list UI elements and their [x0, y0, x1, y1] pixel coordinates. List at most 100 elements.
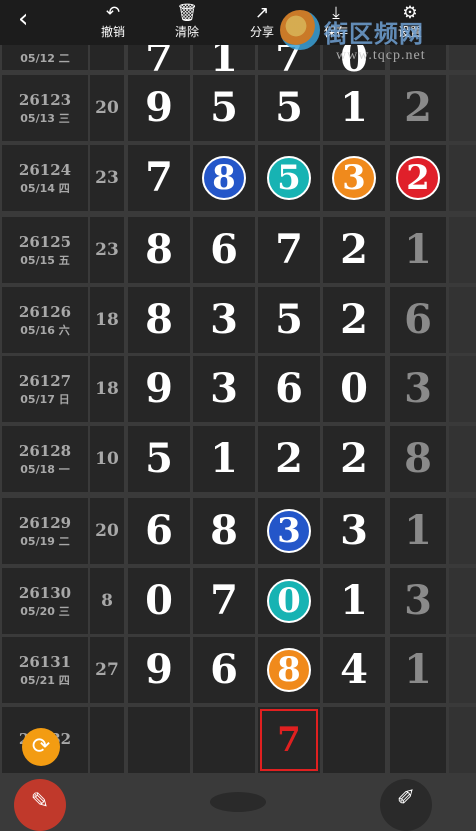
issue-cell: 26125 05/15 五: [2, 217, 88, 283]
sum-cell: 23: [90, 217, 124, 283]
digit-cell[interactable]: 7: [258, 37, 320, 77]
digit-value: 4: [340, 646, 368, 693]
trash-icon: 🗑: [176, 3, 198, 23]
digit-cell[interactable]: 1: [193, 426, 255, 492]
digit-cell[interactable]: 1: [193, 37, 255, 77]
last-digit-cell[interactable]: [390, 45, 446, 70]
digit-cell[interactable]: 6: [193, 217, 255, 283]
digit-cell[interactable]: 3: [193, 287, 255, 353]
last-digit-cell[interactable]: 1: [390, 637, 446, 703]
row-edge: [449, 637, 476, 703]
digit-cell[interactable]: [193, 707, 255, 773]
last-digit-value: 8: [404, 435, 432, 482]
digit-cell[interactable]: 0: [258, 568, 320, 634]
digit-value: 5: [275, 84, 303, 131]
sum-cell: [90, 707, 124, 773]
digit-cell[interactable]: 3: [193, 356, 255, 422]
pen-tool-button[interactable]: ✐: [380, 779, 432, 831]
brush-tool-button[interactable]: ✎: [14, 779, 66, 831]
last-digit-cell[interactable]: 3: [390, 356, 446, 422]
digit-cell[interactable]: 5: [193, 75, 255, 141]
last-digit-value: 1: [404, 226, 432, 273]
last-digit-cell[interactable]: 3: [390, 568, 446, 634]
save-button[interactable]: ⤓ 保存: [306, 0, 366, 45]
digit-cell[interactable]: 8: [193, 145, 255, 211]
digit-cell[interactable]: 8: [258, 637, 320, 703]
digit-cell[interactable]: 1: [323, 75, 385, 141]
digit-value: 1: [210, 435, 238, 482]
last-digit-value: 1: [404, 646, 432, 693]
digit-cell[interactable]: 2: [323, 217, 385, 283]
digit-cell[interactable]: 6: [128, 498, 190, 564]
clear-button[interactable]: 🗑 清除: [157, 0, 217, 45]
sum-value: 20: [95, 521, 119, 541]
table-row: 26130 05/20 三807013: [0, 568, 476, 634]
last-digit-cell[interactable]: 8: [390, 426, 446, 492]
gear-icon: ⚙: [402, 3, 418, 23]
digit-value: 0: [340, 365, 368, 412]
issue-date: 05/14 四: [20, 181, 70, 195]
last-digit-cell[interactable]: 2: [390, 75, 446, 141]
digit-value: 2: [275, 435, 303, 482]
undo-button[interactable]: ↶ 撤销: [83, 0, 143, 45]
issue-date: 05/19 二: [20, 534, 70, 548]
digit-cell[interactable]: 5: [258, 287, 320, 353]
last-digit-cell[interactable]: 1: [390, 217, 446, 283]
digit-cell[interactable]: 4: [323, 637, 385, 703]
last-digit-cell[interactable]: 2: [390, 145, 446, 211]
digit-cell[interactable]: 2: [323, 287, 385, 353]
digit-cell[interactable]: 9: [128, 637, 190, 703]
digit-cell[interactable]: 5: [128, 426, 190, 492]
center-tool-button[interactable]: [210, 792, 266, 812]
issue-cell: 26127 05/17 日: [2, 356, 88, 422]
last-digit-cell[interactable]: 6: [390, 287, 446, 353]
digit-cell[interactable]: 7: [128, 145, 190, 211]
sum-value: 20: [95, 98, 119, 118]
share-button[interactable]: ↗ 分享: [232, 0, 292, 45]
digit-value: 7: [275, 226, 303, 273]
digit-value: 5: [210, 84, 238, 131]
digit-cell[interactable]: 0: [128, 568, 190, 634]
digit-cell[interactable]: [128, 707, 190, 773]
digit-value: 6: [275, 365, 303, 412]
digit-cell[interactable]: 8: [128, 287, 190, 353]
issue-cell: 26131 05/21 四: [2, 637, 88, 703]
digit-cell[interactable]: 8: [193, 498, 255, 564]
digit-ball: 0: [267, 579, 311, 623]
digit-cell[interactable]: 2: [258, 426, 320, 492]
digit-cell[interactable]: 3: [323, 145, 385, 211]
sum-value: 23: [95, 168, 119, 188]
digit-cell[interactable]: 7: [258, 217, 320, 283]
digit-cell[interactable]: 7: [128, 37, 190, 77]
last-digit-cell[interactable]: 1: [390, 498, 446, 564]
top-toolbar: ‹ ↶ 撤销 🗑 清除 ↗ 分享 ⤓ 保存 ⚙ 设置: [0, 0, 476, 45]
digit-cell[interactable]: 2: [323, 426, 385, 492]
digit-cell[interactable]: 3: [323, 498, 385, 564]
digit-cell[interactable]: 6: [258, 356, 320, 422]
digit-cell[interactable]: 5: [258, 145, 320, 211]
issue-date: 05/12 二: [20, 52, 70, 65]
digit-cell[interactable]: 3: [258, 498, 320, 564]
back-icon[interactable]: ‹: [18, 4, 48, 34]
digit-cell[interactable]: 6: [193, 637, 255, 703]
last-digit-cell[interactable]: [390, 707, 446, 773]
table-row: 261327: [0, 707, 476, 773]
digit-cell[interactable]: 0: [323, 37, 385, 77]
digit-cell[interactable]: 7: [193, 568, 255, 634]
digit-cell[interactable]: 7: [258, 707, 320, 773]
digit-value: 3: [340, 507, 368, 554]
digit-cell[interactable]: 1: [323, 568, 385, 634]
digit-cell[interactable]: 5: [258, 75, 320, 141]
digit-cell[interactable]: 0: [323, 356, 385, 422]
digit-cell[interactable]: 9: [128, 356, 190, 422]
digit-cell[interactable]: [323, 707, 385, 773]
refresh-button[interactable]: ⟳: [22, 728, 60, 766]
issue-cell: 26124 05/14 四: [2, 145, 88, 211]
digit-cell[interactable]: 8: [128, 217, 190, 283]
row-edge: [449, 45, 476, 70]
digit-value: 6: [210, 646, 238, 693]
sum-cell: 23: [90, 145, 124, 211]
settings-button[interactable]: ⚙ 设置: [380, 0, 440, 45]
issue-number: 26127: [18, 371, 72, 390]
digit-cell[interactable]: 9: [128, 75, 190, 141]
